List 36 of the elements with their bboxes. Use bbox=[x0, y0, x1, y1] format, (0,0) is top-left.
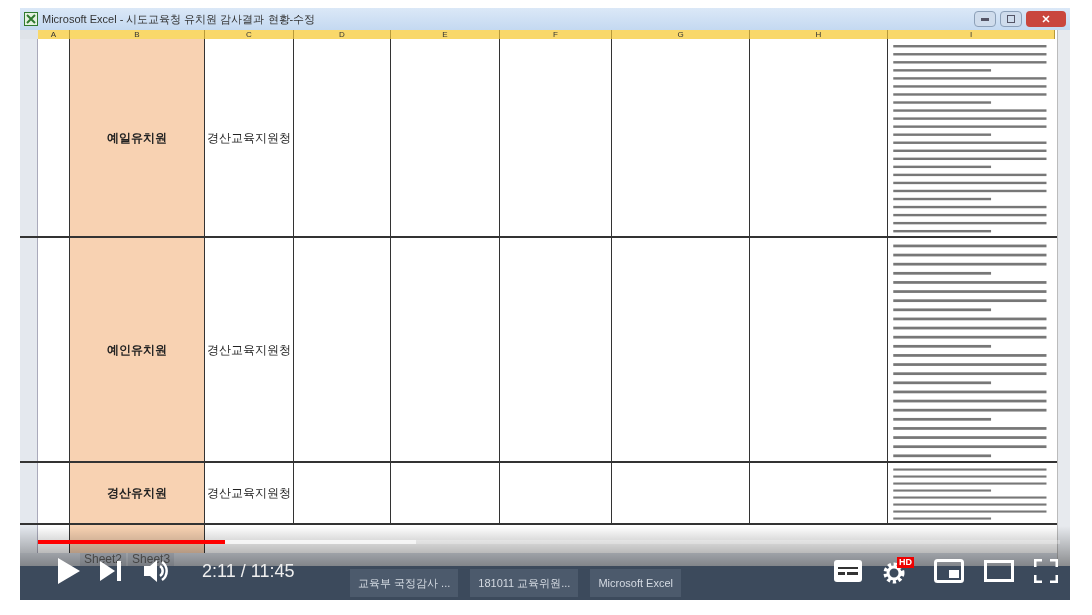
hd-badge: HD bbox=[897, 557, 914, 568]
fullscreen-icon[interactable] bbox=[1034, 559, 1058, 583]
taskbar-button[interactable]: 교육부 국정감사 ... bbox=[350, 569, 459, 597]
column-header[interactable]: G bbox=[612, 30, 750, 39]
close-button[interactable] bbox=[1026, 11, 1066, 27]
column-header[interactable]: F bbox=[500, 30, 612, 39]
maximize-icon bbox=[1007, 15, 1015, 23]
vertical-scrollbar[interactable] bbox=[1057, 30, 1070, 566]
column-header[interactable]: H bbox=[750, 30, 888, 39]
column-header[interactable]: B bbox=[70, 30, 205, 39]
office-cell: 경산교육지원청 bbox=[205, 39, 294, 236]
column-header[interactable]: I bbox=[888, 30, 1055, 39]
minimize-icon bbox=[981, 17, 989, 21]
taskbar-button[interactable]: Microsoft Excel bbox=[590, 569, 681, 597]
theater-mode-icon[interactable] bbox=[984, 560, 1014, 582]
name-cell: 경산유치원 bbox=[70, 463, 205, 523]
column-header[interactable]: D bbox=[294, 30, 391, 39]
subtitles-icon[interactable] bbox=[834, 560, 862, 582]
time-display: 2:11 / 11:45 bbox=[202, 559, 295, 583]
miniplayer-icon[interactable] bbox=[934, 559, 964, 583]
name-cell: 예인유치원 bbox=[70, 238, 205, 461]
spreadsheet-icon bbox=[24, 12, 38, 26]
maximize-button[interactable] bbox=[1000, 11, 1022, 27]
row-header[interactable] bbox=[20, 525, 38, 553]
office-cell: 경산교육지원청 bbox=[205, 463, 294, 523]
column-header[interactable]: A bbox=[38, 30, 70, 39]
name-cell: 예일유치원 bbox=[70, 39, 205, 236]
minimize-button[interactable] bbox=[974, 11, 996, 27]
close-icon bbox=[1042, 15, 1050, 23]
taskbar-button[interactable]: 181011 교육위원... bbox=[470, 569, 579, 597]
play-icon[interactable] bbox=[58, 558, 80, 584]
column-header[interactable]: E bbox=[391, 30, 500, 39]
window-title: Microsoft Excel - 시도교육청 유치원 감사결과 현황-수정 bbox=[42, 11, 316, 27]
column-header[interactable]: C bbox=[205, 30, 294, 39]
next-icon[interactable] bbox=[100, 561, 122, 581]
office-cell: 경산교육지원청 bbox=[205, 238, 294, 461]
